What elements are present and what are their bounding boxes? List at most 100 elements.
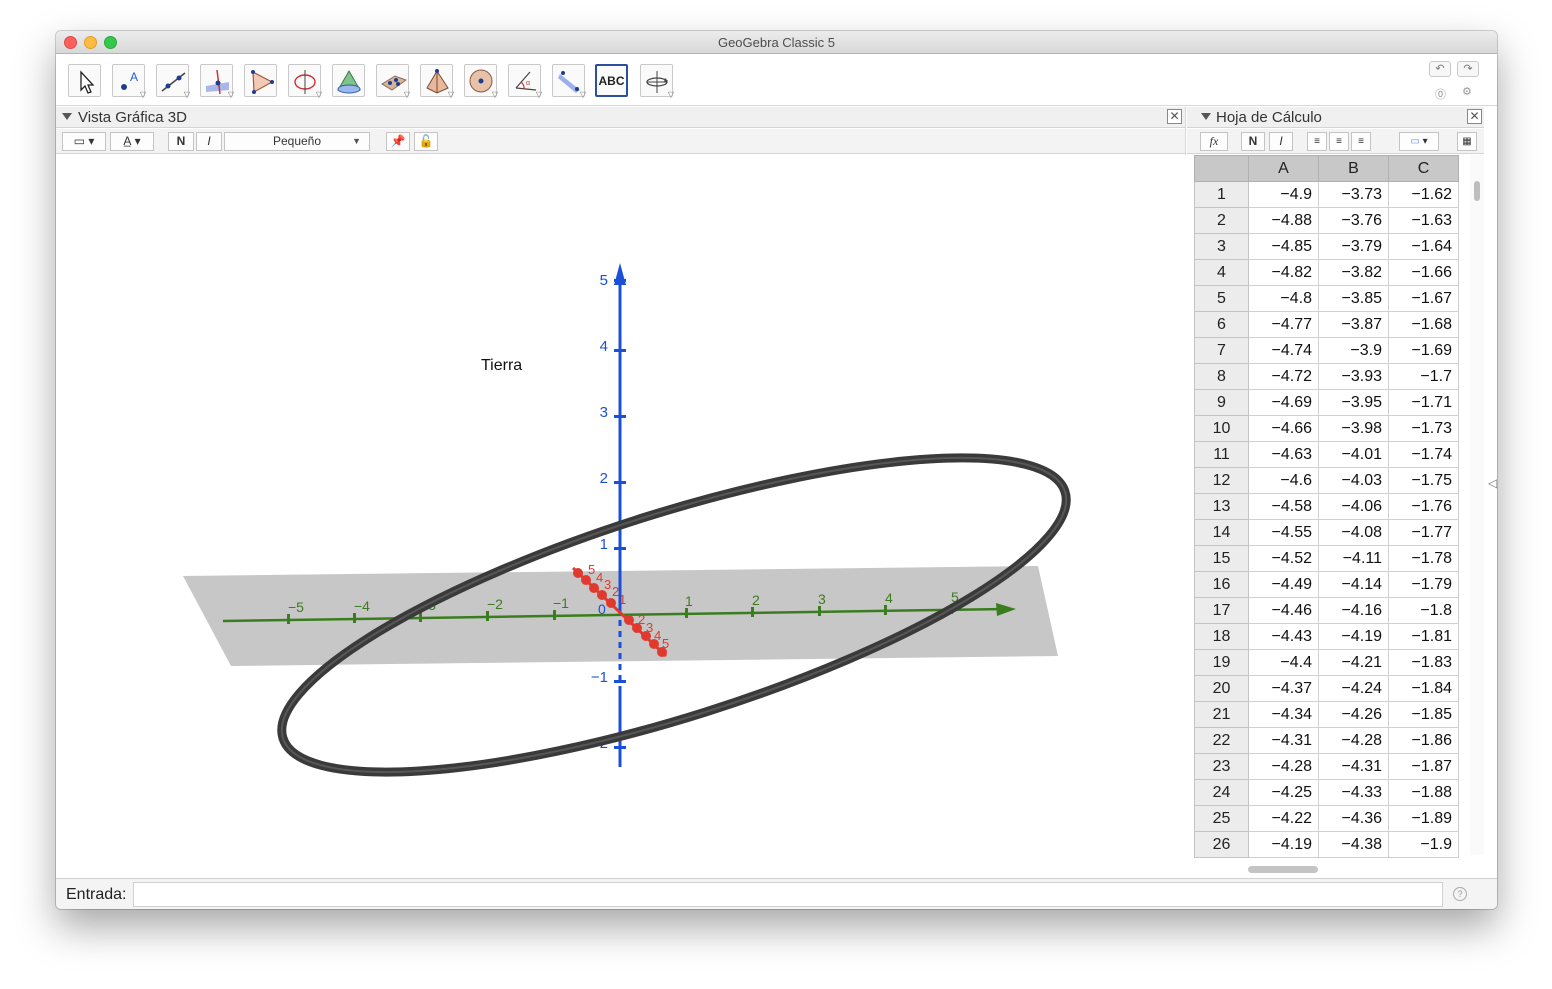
row-header[interactable]: 19	[1194, 649, 1249, 676]
sphere-tool-button[interactable]: ▽	[464, 64, 498, 99]
scene-3d[interactable]: −5 −4 −3 −2 −1 1 2 3 4 5 5 4 3 2 1 2 3 4…	[56, 155, 1186, 877]
cell-a[interactable]: −4.52	[1248, 545, 1319, 572]
help-icon[interactable]: ?	[1453, 887, 1467, 901]
row-header[interactable]: 7	[1194, 337, 1249, 364]
cell-b[interactable]: −3.93	[1318, 363, 1389, 390]
cell-c[interactable]: −1.68	[1388, 311, 1459, 338]
cell-a[interactable]: −4.77	[1248, 311, 1319, 338]
cell-b[interactable]: −4.38	[1318, 831, 1389, 858]
text-size-select[interactable]: Pequeño ▼	[224, 132, 370, 151]
cell-a[interactable]: −4.49	[1248, 571, 1319, 598]
cell-c[interactable]: −1.8	[1388, 597, 1459, 624]
cell-c[interactable]: −1.86	[1388, 727, 1459, 754]
graphics-3d-canvas[interactable]: −5 −4 −3 −2 −1 1 2 3 4 5 5 4 3 2 1 2 3 4…	[56, 155, 1186, 877]
cell-a[interactable]: −4.31	[1248, 727, 1319, 754]
lock-button[interactable]: 🔓	[414, 132, 438, 151]
close-spreadsheet-button[interactable]: ✕	[1467, 109, 1482, 124]
line-style-dropdown[interactable]: ▭ ▾	[62, 132, 106, 151]
cell-a[interactable]: −4.4	[1248, 649, 1319, 676]
move-tool-button[interactable]	[68, 64, 101, 97]
cell-a[interactable]: −4.22	[1248, 805, 1319, 832]
close-graphics-3d-button[interactable]: ✕	[1167, 109, 1182, 124]
pin-button[interactable]: 📌	[386, 132, 410, 151]
row-header[interactable]: 21	[1194, 701, 1249, 728]
fx-button[interactable]: fx	[1200, 132, 1228, 151]
angle-tool-button[interactable]: α ▽	[508, 64, 542, 99]
cell-c[interactable]: −1.64	[1388, 233, 1459, 260]
cell-a[interactable]: −4.34	[1248, 701, 1319, 728]
cell-a[interactable]: −4.28	[1248, 753, 1319, 780]
row-header[interactable]: 12	[1194, 467, 1249, 494]
cell-c[interactable]: −1.67	[1388, 285, 1459, 312]
text-color-dropdown[interactable]: A̲ ▾	[110, 132, 154, 151]
align-left-button[interactable]: ≡	[1307, 132, 1327, 151]
cell-a[interactable]: −4.88	[1248, 207, 1319, 234]
gear-icon[interactable]: ⚙	[1462, 85, 1472, 98]
column-header-b[interactable]: B	[1318, 155, 1389, 182]
circle-axis-tool-button[interactable]: ▽	[288, 64, 322, 99]
cell-c[interactable]: −1.63	[1388, 207, 1459, 234]
collapse-caret-icon[interactable]	[62, 113, 72, 120]
row-header[interactable]: 14	[1194, 519, 1249, 546]
cell-a[interactable]: −4.85	[1248, 233, 1319, 260]
pyramid-tool-button[interactable]: ▽	[420, 64, 454, 99]
cell-c[interactable]: −1.89	[1388, 805, 1459, 832]
row-header[interactable]: 25	[1194, 805, 1249, 832]
cell-b[interactable]: −4.19	[1318, 623, 1389, 650]
align-right-button[interactable]: ≡	[1351, 132, 1371, 151]
cell-b[interactable]: −3.9	[1318, 337, 1389, 364]
cell-b[interactable]: −4.03	[1318, 467, 1389, 494]
cell-b[interactable]: −3.85	[1318, 285, 1389, 312]
cell-c[interactable]: −1.85	[1388, 701, 1459, 728]
align-center-button[interactable]: ≡	[1329, 132, 1349, 151]
cell-a[interactable]: −4.58	[1248, 493, 1319, 520]
cell-a[interactable]: −4.8	[1248, 285, 1319, 312]
cell-c[interactable]: −1.62	[1388, 181, 1459, 208]
row-header[interactable]: 13	[1194, 493, 1249, 520]
column-header-c[interactable]: C	[1388, 155, 1459, 182]
column-header-a[interactable]: A	[1248, 155, 1319, 182]
cell-a[interactable]: −4.25	[1248, 779, 1319, 806]
plane-tool-button[interactable]: ▽	[376, 64, 410, 99]
cell-c[interactable]: −1.7	[1388, 363, 1459, 390]
cell-b[interactable]: −4.26	[1318, 701, 1389, 728]
row-header[interactable]: 10	[1194, 415, 1249, 442]
cell-c[interactable]: −1.76	[1388, 493, 1459, 520]
row-header[interactable]: 1	[1194, 181, 1249, 208]
cell-c[interactable]: −1.88	[1388, 779, 1459, 806]
cell-a[interactable]: −4.69	[1248, 389, 1319, 416]
cell-c[interactable]: −1.83	[1388, 649, 1459, 676]
cell-a[interactable]: −4.19	[1248, 831, 1319, 858]
cell-a[interactable]: −4.46	[1248, 597, 1319, 624]
spreadsheet-grid[interactable]: A B C 1 −4.9 −3.73 −1.62 2 −4.88 −3.76 −1.63 3 −4…	[1194, 155, 1459, 858]
row-header[interactable]: 18	[1194, 623, 1249, 650]
perpendicular-tool-button[interactable]: ▽	[200, 64, 234, 99]
cell-a[interactable]: −4.9	[1248, 181, 1319, 208]
cell-c[interactable]: −1.87	[1388, 753, 1459, 780]
rotate-view-tool-button[interactable]: ▽	[640, 64, 674, 99]
cell-b[interactable]: −3.73	[1318, 181, 1389, 208]
cell-a[interactable]: −4.6	[1248, 467, 1319, 494]
undo-button[interactable]: ↶	[1429, 61, 1451, 77]
cell-b[interactable]: −3.95	[1318, 389, 1389, 416]
cell-a[interactable]: −4.74	[1248, 337, 1319, 364]
cell-c[interactable]: −1.66	[1388, 259, 1459, 286]
cell-b[interactable]: −3.87	[1318, 311, 1389, 338]
cell-b[interactable]: −4.21	[1318, 649, 1389, 676]
cell-c[interactable]: −1.84	[1388, 675, 1459, 702]
row-header[interactable]: 2	[1194, 207, 1249, 234]
tierra-text-label[interactable]: Tierra	[481, 357, 522, 374]
row-header[interactable]: 9	[1194, 389, 1249, 416]
row-header[interactable]: 4	[1194, 259, 1249, 286]
cell-a[interactable]: −4.66	[1248, 415, 1319, 442]
cell-c[interactable]: −1.71	[1388, 389, 1459, 416]
row-header[interactable]: 16	[1194, 571, 1249, 598]
cell-c[interactable]: −1.69	[1388, 337, 1459, 364]
cell-b[interactable]: −4.14	[1318, 571, 1389, 598]
cell-b[interactable]: −4.36	[1318, 805, 1389, 832]
background-color-dropdown[interactable]: ▭ ▾	[1399, 132, 1439, 151]
point-tool-button[interactable]: A ▽	[112, 64, 146, 99]
scroll-thumb[interactable]	[1474, 181, 1480, 201]
row-header[interactable]: 26	[1194, 831, 1249, 858]
cell-a[interactable]: −4.55	[1248, 519, 1319, 546]
